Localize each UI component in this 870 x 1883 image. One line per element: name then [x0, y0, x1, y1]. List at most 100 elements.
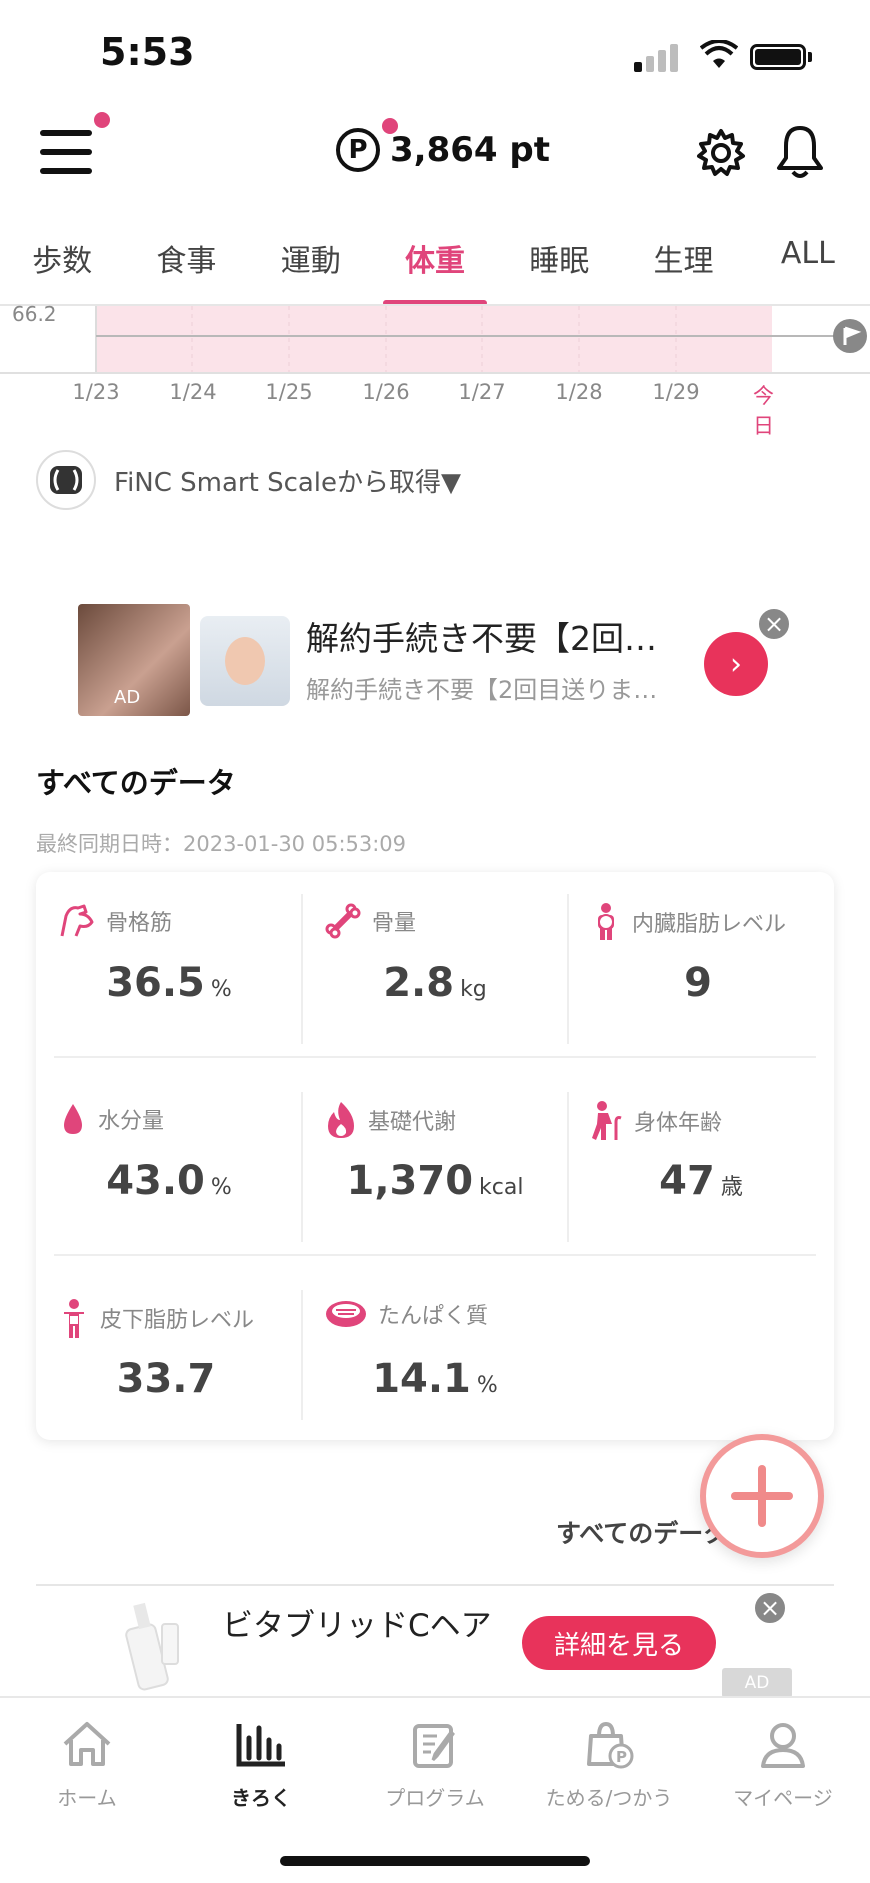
divider — [54, 1254, 816, 1256]
nav-home[interactable]: ホーム — [0, 1698, 174, 1828]
metric-label: 骨格筋 — [106, 911, 173, 936]
metric-label: 内臓脂肪レベル — [632, 912, 787, 937]
chart-highlight-range — [96, 306, 772, 372]
points-notification-dot — [382, 118, 398, 134]
menu-button[interactable] — [40, 130, 92, 174]
home-indicator — [280, 1856, 590, 1866]
metric-body-age[interactable]: 身体年齢 47 歳 — [568, 1070, 834, 1260]
metric-unit: kcal — [479, 1175, 524, 1200]
ad-product-image[interactable] — [200, 616, 290, 706]
menu-notification-dot — [94, 112, 110, 128]
ad-open-chevron-icon[interactable]: › — [704, 632, 768, 696]
metric-value: 33.7 — [116, 1356, 216, 1402]
tab-all[interactable]: ALL — [746, 226, 870, 306]
chart-x-ticks: 1/23 1/24 1/25 1/26 1/27 1/28 1/29 今日 — [40, 380, 810, 438]
data-source-selector[interactable]: FiNC Smart Scaleから取得▼ — [36, 450, 461, 510]
ad-close-icon[interactable]: × — [756, 606, 792, 642]
metric-value: 47 — [659, 1158, 715, 1204]
battery-icon — [750, 44, 806, 70]
nav-label: マイページ — [733, 1786, 833, 1810]
x-tick-label: 1/26 — [362, 380, 410, 404]
ad-title[interactable]: ビタブリッドCヘア — [222, 1600, 492, 1645]
ad-subtitle[interactable]: 解約手続き不要【2回目送りま… — [306, 670, 657, 705]
metric-label: 骨量 — [372, 911, 417, 936]
divider — [567, 894, 569, 1044]
muscle-icon — [60, 904, 94, 937]
points-icon: P — [336, 128, 380, 172]
tab-weight[interactable]: 体重 — [373, 226, 497, 306]
ad-tag: AD — [722, 1668, 792, 1698]
metric-unit: kg — [460, 977, 487, 1002]
metric-subcutaneous-fat[interactable]: 皮下脂肪レベル 33.7 — [36, 1268, 302, 1458]
nav-label: プログラム — [385, 1786, 485, 1810]
metric-skeletal-muscle[interactable]: 骨格筋 36.5% — [36, 872, 302, 1062]
metric-label: 水分量 — [98, 1109, 165, 1134]
divider — [301, 1092, 303, 1242]
status-time: 5:53 — [100, 30, 195, 74]
nav-earn-use[interactable]: P ためる/つかう — [522, 1698, 696, 1828]
ad-product-image[interactable] — [118, 1598, 188, 1694]
nav-program[interactable]: プログラム — [348, 1698, 522, 1828]
points-value: 3,864 pt — [390, 130, 550, 170]
water-drop-icon — [64, 1104, 82, 1134]
metric-unit: % — [210, 977, 232, 1002]
svg-text:P: P — [616, 1748, 627, 1766]
nav-mypage[interactable]: マイページ — [696, 1698, 870, 1828]
metric-label: 身体年齢 — [634, 1111, 723, 1136]
tab-sleep[interactable]: 睡眠 — [497, 226, 621, 306]
battery-cap — [808, 52, 812, 62]
ad-title[interactable]: 解約手続き不要【2回… — [306, 612, 657, 660]
metric-body-water[interactable]: 水分量 43.0% — [36, 1070, 302, 1260]
metric-bone-mass[interactable]: 骨量 2.8 kg — [302, 872, 568, 1062]
user-icon — [761, 1723, 805, 1768]
ad-image[interactable]: AD — [78, 604, 190, 716]
ad-close-icon[interactable]: × — [752, 1590, 788, 1626]
ad-tag: AD — [114, 687, 141, 708]
ad-details-button[interactable]: 詳細を見る — [522, 1616, 716, 1670]
tab-exercise[interactable]: 運動 — [249, 226, 373, 306]
divider — [301, 1290, 303, 1420]
divider — [54, 1056, 816, 1058]
divider — [567, 1092, 569, 1242]
divider — [36, 1584, 834, 1586]
metric-value: 36.5 — [106, 960, 205, 1006]
metric-protein[interactable]: たんぱく質 14.1% — [302, 1268, 568, 1458]
metric-visceral-fat[interactable]: 内臓脂肪レベル 9 — [568, 872, 834, 1062]
data-source-label: FiNC Smart Scaleから取得▼ — [114, 467, 462, 498]
settings-gear-icon[interactable] — [696, 128, 746, 178]
metric-label: 皮下脂肪レベル — [100, 1308, 255, 1333]
metric-value: 9 — [684, 960, 712, 1006]
bottom-navigation: ホーム きろく プログラム P ためる/つかう マイページ — [0, 1696, 870, 1828]
points-bag-icon: P — [587, 1721, 634, 1769]
chart-x-axis — [0, 372, 870, 374]
nav-label: ためる/つかう — [545, 1786, 673, 1810]
x-tick-label: 1/28 — [555, 380, 603, 404]
bone-icon — [325, 903, 361, 939]
metric-label: たんぱく質 — [378, 1304, 489, 1329]
metric-label: 基礎代謝 — [368, 1110, 457, 1135]
x-tick-label: 1/23 — [72, 380, 120, 404]
category-tabs: 歩数 食事 運動 体重 睡眠 生理 ALL — [0, 226, 870, 306]
points-display[interactable]: P 3,864 pt — [336, 128, 550, 172]
divider — [301, 894, 303, 1044]
metric-value: 14.1 — [372, 1356, 471, 1402]
tab-meals[interactable]: 食事 — [124, 226, 248, 306]
add-record-button[interactable] — [700, 1434, 824, 1558]
nav-records[interactable]: きろく — [174, 1698, 348, 1828]
metric-basal-metabolism[interactable]: 基礎代謝 1,370 kcal — [302, 1070, 568, 1260]
metric-unit: % — [210, 1175, 232, 1200]
tab-period[interactable]: 生理 — [621, 226, 745, 306]
flame-icon — [328, 1102, 354, 1138]
tab-steps[interactable]: 歩数 — [0, 226, 124, 306]
x-tick-label-today: 今日 — [753, 384, 774, 438]
cellular-signal-icon — [634, 42, 680, 72]
wifi-icon — [699, 39, 739, 70]
chart-y-label: 66.2 — [12, 302, 57, 326]
last-sync-time: 最終同期日時：2023-01-30 05:53:09 — [36, 832, 407, 856]
metric-value: 2.8 — [383, 960, 455, 1006]
metric-value: 43.0 — [106, 1158, 205, 1204]
weight-chart[interactable] — [0, 306, 870, 374]
notification-bell-icon[interactable] — [774, 124, 826, 180]
chart-icon — [236, 1724, 285, 1767]
metric-unit: 歳 — [720, 1175, 743, 1200]
